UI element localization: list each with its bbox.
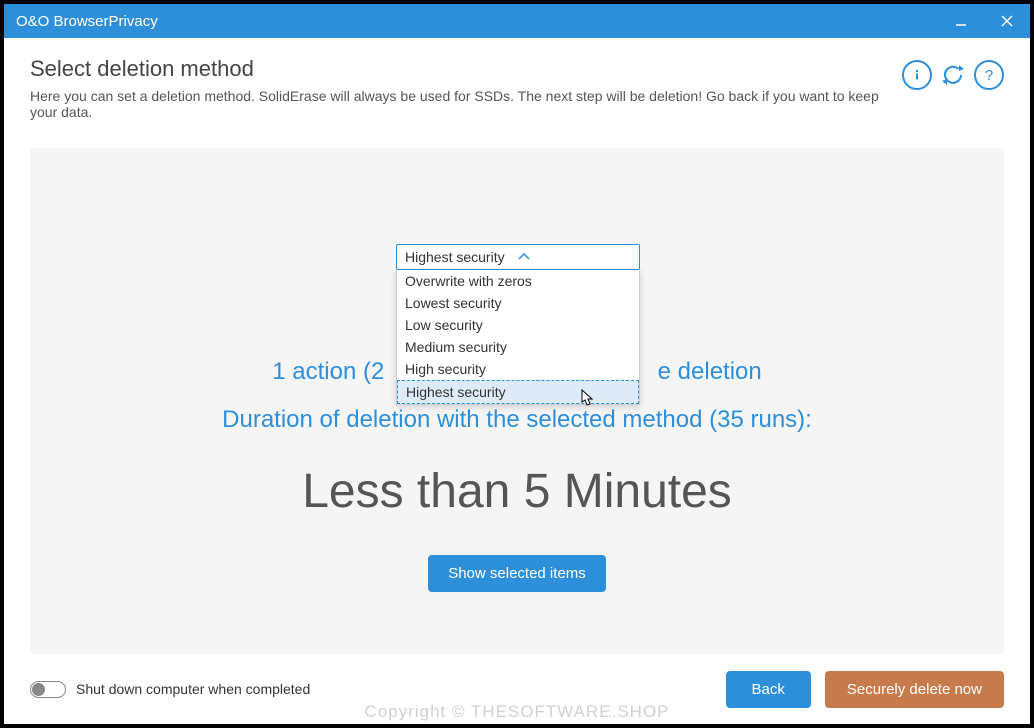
titlebar: O&O BrowserPrivacy <box>4 4 1030 38</box>
dropdown-option-highlighted[interactable]: Highest security <box>397 380 639 404</box>
dropdown-option[interactable]: Low security <box>397 314 639 336</box>
chevron-up-icon <box>518 250 631 264</box>
show-selected-button[interactable]: Show selected items <box>428 555 606 592</box>
page-subtitle: Here you can set a deletion method. Soli… <box>30 88 902 120</box>
info-icon[interactable] <box>902 60 932 90</box>
header: Select deletion method Here you can set … <box>4 38 1030 128</box>
shutdown-toggle-label: Shut down computer when completed <box>76 681 310 697</box>
back-button[interactable]: Back <box>726 671 811 708</box>
help-icon[interactable]: ? <box>974 60 1004 90</box>
shutdown-toggle-wrap: Shut down computer when completed <box>30 681 726 698</box>
footer: Shut down computer when completed Back S… <box>4 654 1030 724</box>
page-title: Select deletion method <box>30 56 902 82</box>
app-window: O&O BrowserPrivacy Select deletion metho… <box>4 4 1030 724</box>
dropdown-list: Overwrite with zeros Lowest security Low… <box>396 270 640 405</box>
duration-text: Less than 5 Minutes <box>302 464 732 519</box>
header-icons: ? <box>902 56 1004 120</box>
dropdown-option[interactable]: Medium security <box>397 336 639 358</box>
titlebar-title: O&O BrowserPrivacy <box>16 13 938 30</box>
footer-buttons: Back Securely delete now <box>726 671 1004 708</box>
dropdown-option[interactable]: Overwrite with zeros <box>397 270 639 292</box>
dropdown-option[interactable]: Lowest security <box>397 292 639 314</box>
summary-line1-after: e deletion <box>658 358 762 385</box>
close-button[interactable] <box>984 4 1030 38</box>
dropdown-option[interactable]: High security <box>397 358 639 380</box>
shutdown-toggle[interactable] <box>30 681 66 698</box>
toggle-knob <box>32 683 45 696</box>
summary-line1-before: 1 action (2 <box>272 358 384 385</box>
summary-line2: Duration of deletion with the selected m… <box>222 406 812 434</box>
dropdown-selected-label: Highest security <box>405 249 518 265</box>
method-dropdown[interactable]: Highest security Overwrite with zeros Lo… <box>396 244 640 405</box>
minimize-button[interactable] <box>938 4 984 38</box>
delete-now-button[interactable]: Securely delete now <box>825 671 1004 708</box>
dropdown-selected[interactable]: Highest security <box>396 244 640 270</box>
refresh-icon[interactable] <box>938 60 968 90</box>
